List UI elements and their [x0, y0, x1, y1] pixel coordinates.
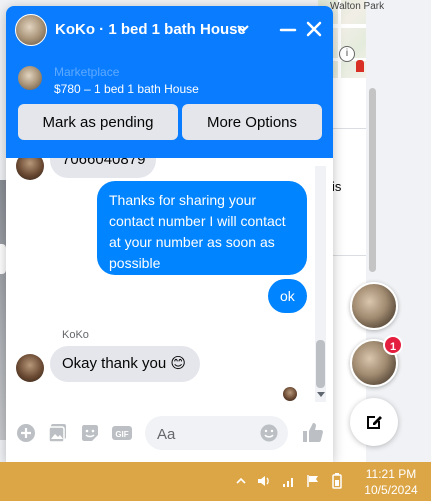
chat-head-listing[interactable] [350, 282, 398, 330]
chat-scrollbar-thumb[interactable] [316, 340, 325, 388]
volume-icon[interactable] [256, 473, 272, 489]
listing-thumbnail[interactable] [18, 66, 42, 90]
sticker-icon[interactable] [79, 422, 101, 444]
messenger-chat-window: KoKo · 1 bed 1 bath House Marketplace $7… [6, 6, 333, 462]
message-bubble-incoming: 7066040879 [50, 158, 156, 178]
message-bubble-outgoing: Thanks for sharing your contact number I… [97, 181, 307, 275]
emoji-icon[interactable] [259, 423, 279, 443]
message-composer: GIF [6, 408, 333, 462]
minimize-icon[interactable] [278, 20, 298, 40]
plus-circle-icon[interactable] [15, 422, 37, 444]
clock-time: 11:21 PM [365, 467, 417, 481]
marketplace-label: Marketplace [54, 65, 120, 79]
chevron-up-icon[interactable] [236, 476, 246, 486]
avatar[interactable] [15, 14, 47, 46]
battery-icon[interactable] [329, 472, 345, 490]
photo-icon[interactable] [47, 422, 69, 444]
more-options-button[interactable]: More Options [182, 104, 322, 140]
message-bubble-outgoing: ok [268, 279, 307, 313]
avatar [16, 158, 44, 180]
clock-date: 10/5/2024 [364, 483, 418, 497]
chat-title[interactable]: KoKo · 1 bed 1 bath House [55, 21, 246, 38]
message-input[interactable] [155, 416, 259, 452]
scroll-down-icon[interactable] [317, 392, 325, 397]
close-icon[interactable] [304, 19, 324, 39]
info-icon[interactable]: i [339, 46, 355, 62]
flag-icon[interactable] [305, 473, 321, 489]
divider [330, 128, 366, 129]
gif-icon[interactable]: GIF [111, 422, 133, 444]
avatar [16, 354, 44, 382]
unread-badge: 1 [383, 335, 403, 355]
chat-header: KoKo · 1 bed 1 bath House Marketplace $7… [6, 6, 333, 158]
mark-as-pending-button[interactable]: Mark as pending [18, 104, 178, 140]
compose-icon [367, 416, 382, 429]
page-scrollbar[interactable] [369, 88, 376, 272]
divider [330, 255, 366, 256]
new-message-button[interactable] [350, 398, 398, 446]
map-label: Walton Park [330, 1, 385, 12]
listing-price-title[interactable]: $780 – 1 bed 1 bath House [54, 82, 199, 96]
windows-taskbar: 11:21 PM 10/5/2024 [0, 462, 431, 501]
chevron-down-icon[interactable] [236, 19, 250, 39]
taskbar-clock[interactable]: 11:21 PM 10/5/2024 [356, 466, 426, 498]
background-partial-text: is [332, 179, 342, 194]
thumbs-up-icon[interactable] [301, 420, 325, 444]
message-thread: 7066040879 Thanks for sharing your conta… [6, 158, 333, 408]
svg-text:GIF: GIF [115, 430, 128, 439]
network-icon[interactable] [281, 473, 297, 489]
sender-name: KoKo [62, 329, 89, 341]
message-input-wrapper [145, 416, 288, 452]
seen-indicator-avatar [283, 387, 297, 401]
message-bubble-incoming: Okay thank you 😊 [50, 346, 200, 382]
map-marker-icon [356, 60, 364, 72]
